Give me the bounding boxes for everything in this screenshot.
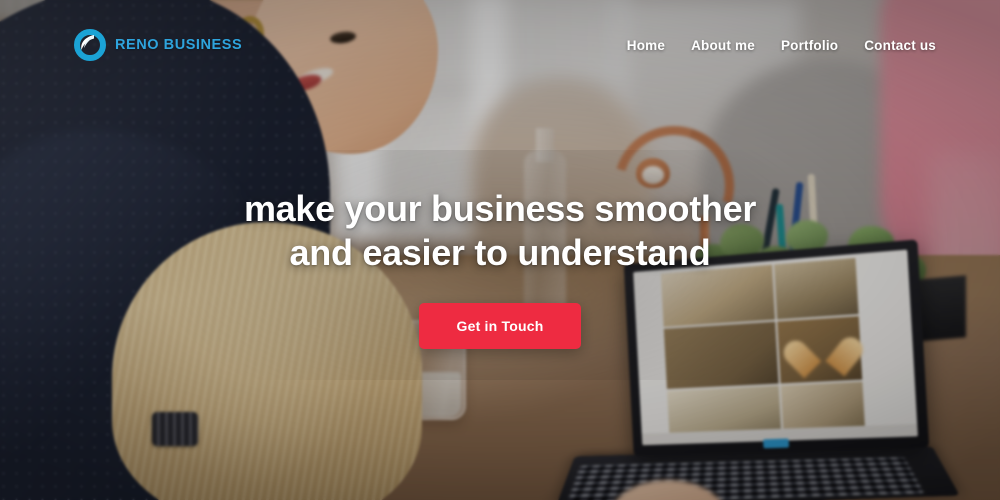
hero-section: RENO BUSINESS Home About me Portfolio Co…	[0, 0, 1000, 500]
circle-swoosh-logo-icon	[74, 29, 106, 61]
hero-headline: make your business smoother and easier t…	[244, 187, 756, 275]
nav-item-portfolio[interactable]: Portfolio	[781, 38, 838, 53]
site-header: RENO BUSINESS Home About me Portfolio Co…	[0, 0, 1000, 90]
brand-logo-link[interactable]: RENO BUSINESS	[74, 29, 242, 61]
hero-headline-line-1: make your business smoother	[243, 188, 757, 230]
nav-item-about-me[interactable]: About me	[691, 38, 755, 53]
nav-item-home[interactable]: Home	[627, 38, 665, 53]
brand-name: RENO BUSINESS	[115, 37, 243, 53]
get-in-touch-button[interactable]: Get in Touch	[418, 302, 582, 349]
main-navigation: Home About me Portfolio Contact us	[627, 38, 936, 53]
hero-headline-line-2: and easier to understand	[289, 232, 711, 273]
nav-item-contact-us[interactable]: Contact us	[864, 38, 936, 53]
